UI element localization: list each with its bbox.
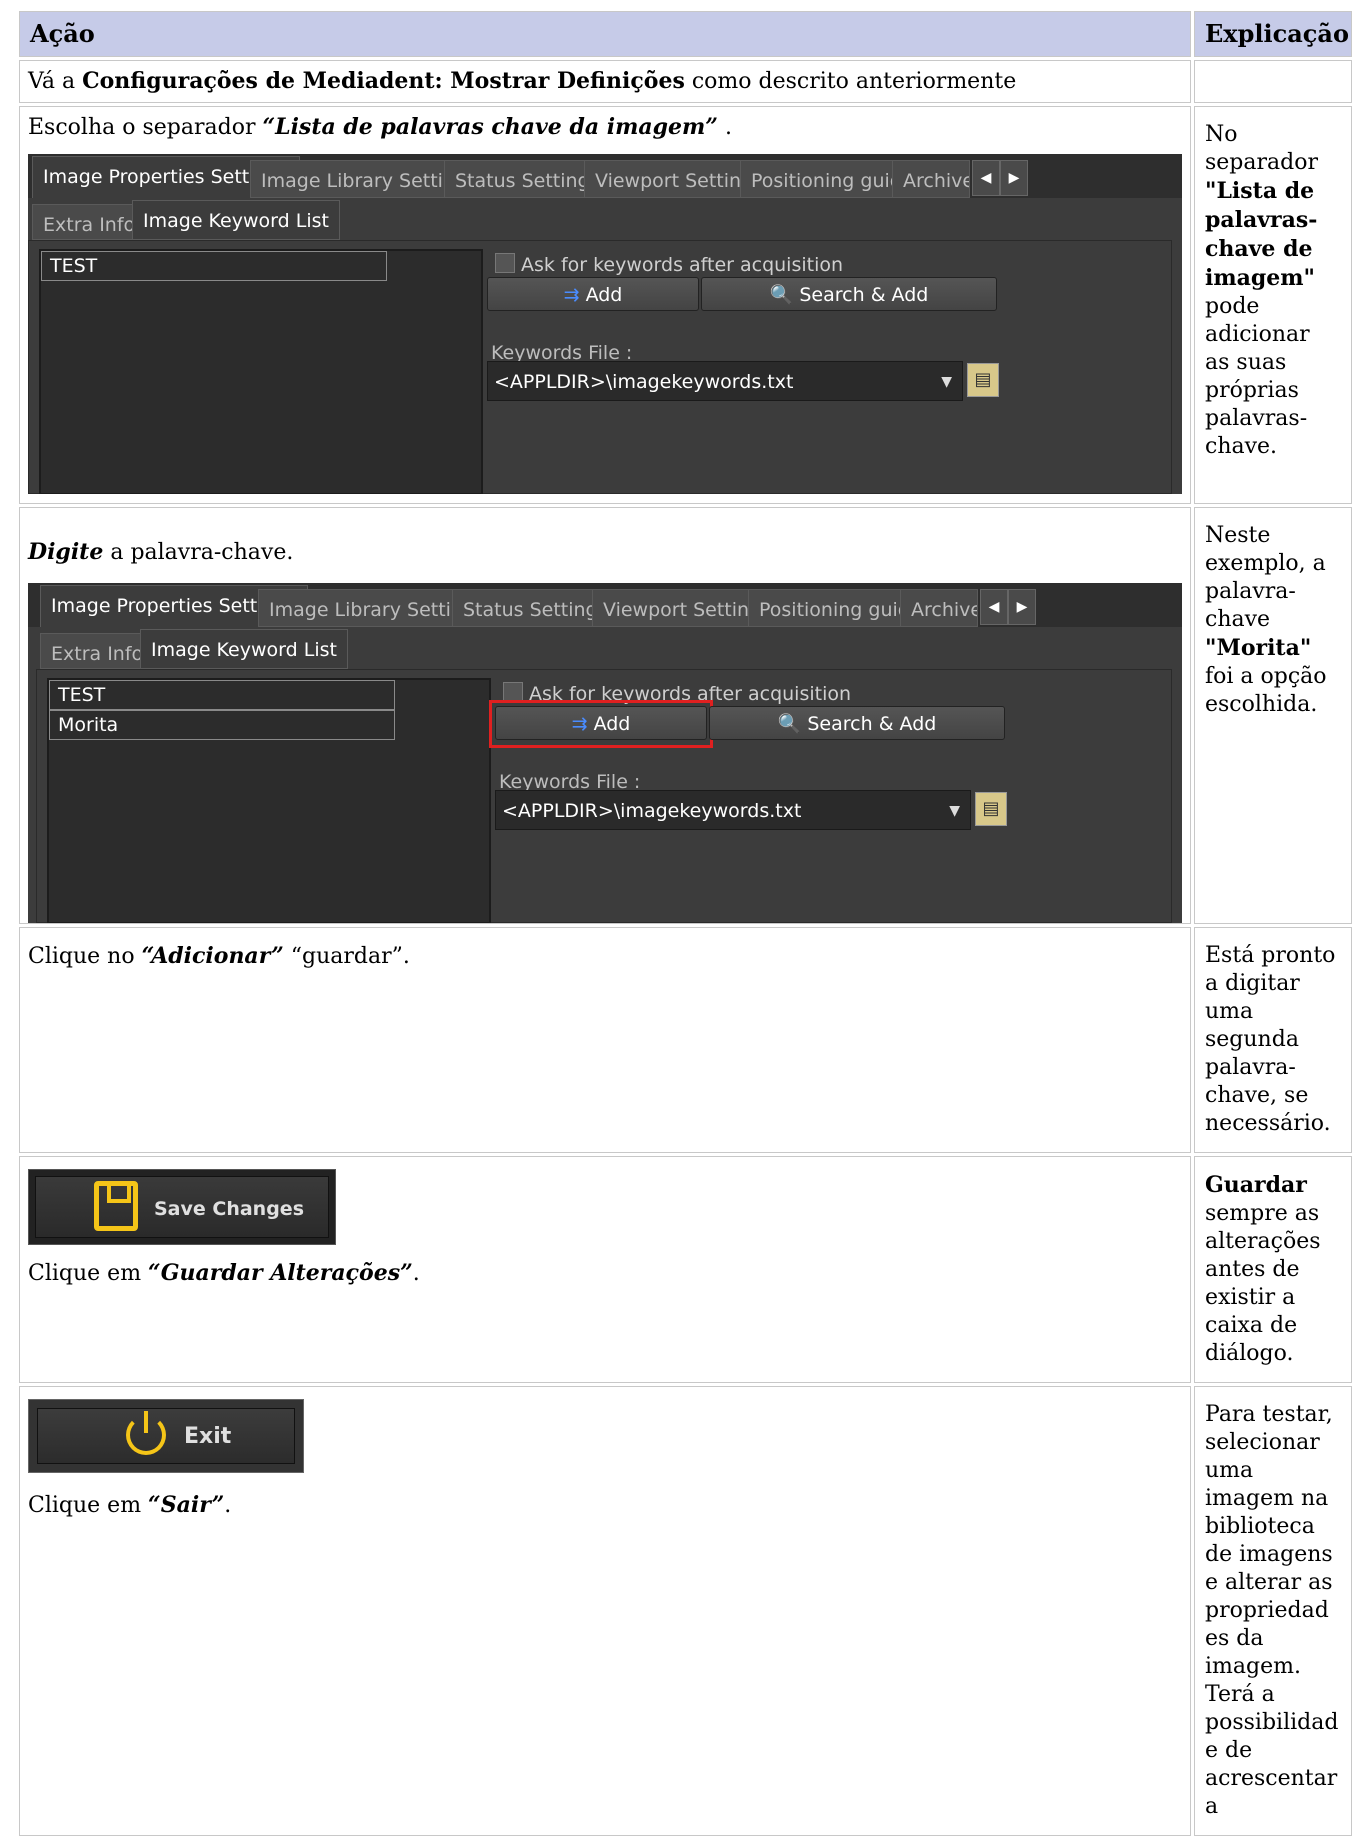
- exit-label: Exit: [184, 1424, 232, 1449]
- action-bold: Configurações de Mediadent: Mostrar Defi…: [82, 68, 685, 94]
- instruction-table: Ação Explicação Vá a Configurações de Me…: [16, 8, 1355, 1839]
- settings-panel: Image Properties Settings Image Library …: [28, 583, 1182, 923]
- list-item[interactable]: Morita: [49, 710, 395, 740]
- list-item[interactable]: TEST: [41, 251, 387, 281]
- header-acao: Ação: [19, 11, 1191, 57]
- expl-text-end: pode adicionar as suas próprias palavras…: [1205, 294, 1310, 459]
- action-text-end: como descrito anteriormente: [684, 69, 1017, 94]
- highlight-box: [489, 700, 713, 748]
- search-icon: 🔍: [777, 713, 802, 735]
- tab-scroll-left-icon[interactable]: ◀: [980, 589, 1008, 625]
- floppy-disk-icon: [94, 1181, 138, 1231]
- search-add-button[interactable]: 🔍 Search & Add: [709, 706, 1005, 740]
- expl-text: Neste exemplo, a palavra-chave: [1205, 523, 1326, 632]
- add-button-label: Add: [585, 284, 623, 306]
- expl-bold: "Morita": [1205, 635, 1312, 661]
- keyword-list[interactable]: TEST: [39, 249, 483, 494]
- ask-keywords-label: Ask for keywords after acquisition: [521, 254, 844, 276]
- tab-scroll-right-icon[interactable]: ▶: [1008, 589, 1036, 625]
- keyword-panel-body: TEST Morita Ask for keywords after acqui…: [36, 669, 1172, 923]
- explanation-cell: Está pronto a digitar uma segunda palavr…: [1194, 927, 1352, 1153]
- table-row: Escolha o separador “Lista de palavras c…: [19, 106, 1352, 504]
- keyword-list[interactable]: TEST Morita: [47, 678, 491, 923]
- explanation-cell: Para testar, selecionar uma imagem na bi…: [1194, 1386, 1352, 1836]
- tab-archive[interactable]: Archive: [900, 589, 978, 627]
- settings-panel: Image Properties Settings Image Library …: [28, 154, 1182, 494]
- chevron-down-icon: ▼: [941, 374, 952, 390]
- subtab-image-keyword-list[interactable]: Image Keyword List: [132, 200, 340, 240]
- explanation-cell: Neste exemplo, a palavra-chave "Morita" …: [1194, 507, 1352, 924]
- table-row: Save Changes Clique em “Guardar Alteraçõ…: [19, 1156, 1352, 1383]
- action-text: a palavra-chave.: [103, 540, 294, 565]
- tab-scroll-right-icon[interactable]: ▶: [1000, 160, 1028, 196]
- search-icon: 🔍: [769, 284, 794, 306]
- save-changes-label: Save Changes: [154, 1198, 305, 1220]
- table-row: Exit Clique em “Sair”. Para testar, sele…: [19, 1386, 1352, 1836]
- table-row: Digite a palavra-chave. Image Properties…: [19, 507, 1352, 924]
- explanation-cell: [1194, 60, 1352, 103]
- action-emphasis: Digite: [28, 539, 104, 565]
- keywords-file-select[interactable]: <APPLDIR>\imagekeywords.txt ▼: [487, 361, 963, 401]
- action-cell: Save Changes Clique em “Guardar Alteraçõ…: [19, 1156, 1191, 1383]
- subtab-image-keyword-list[interactable]: Image Keyword List: [140, 629, 348, 669]
- expl-text-end: foi a opção escolhida.: [1205, 664, 1327, 717]
- action-cell: Exit Clique em “Sair”.: [19, 1386, 1191, 1836]
- keywords-file-select[interactable]: <APPLDIR>\imagekeywords.txt ▼: [495, 790, 971, 830]
- action-text: Clique em: [28, 1493, 149, 1518]
- subtab-extra-info[interactable]: Extra Info: [32, 204, 147, 240]
- table-row: Vá a Configurações de Mediadent: Mostrar…: [19, 60, 1352, 103]
- expl-bold: Guardar: [1205, 1172, 1307, 1198]
- expl-text: sempre as alterações antes de existir a …: [1205, 1201, 1321, 1366]
- tab-bar: Image Properties Settings Image Library …: [28, 583, 1182, 627]
- action-text: Clique no: [28, 944, 142, 969]
- list-item[interactable]: TEST: [49, 680, 395, 710]
- action-emphasis: “Lista de palavras chave da imagem”: [262, 114, 718, 140]
- action-text-end: “guardar”.: [283, 944, 410, 969]
- save-changes-inner: Save Changes: [35, 1176, 329, 1238]
- action-text-end: .: [717, 115, 732, 140]
- search-add-label: Search & Add: [799, 284, 929, 306]
- keywords-file-value: <APPLDIR>\imagekeywords.txt: [502, 800, 802, 822]
- explanation-cell: No separador "Lista de palavras-chave de…: [1194, 106, 1352, 504]
- expl-text: No separador: [1205, 122, 1318, 175]
- explanation-cell: Guardar sempre as alterações antes de ex…: [1194, 1156, 1352, 1383]
- table-header-row: Ação Explicação: [19, 11, 1352, 57]
- power-icon: [126, 1411, 166, 1455]
- browse-file-icon[interactable]: ▤: [967, 363, 999, 397]
- keyword-panel-body: TEST Ask for keywords after acquisition …: [28, 240, 1172, 494]
- expl-bold: "Lista de palavras-chave de imagem": [1205, 178, 1318, 291]
- action-emphasis: “Adicionar”: [141, 943, 284, 969]
- add-button[interactable]: ⇉ Add: [487, 277, 699, 311]
- ask-keywords-checkbox[interactable]: [495, 253, 515, 273]
- save-changes-button[interactable]: Save Changes: [28, 1169, 336, 1245]
- search-add-label: Search & Add: [807, 713, 937, 735]
- action-emphasis: “Sair”: [148, 1492, 225, 1518]
- action-text: Clique em: [28, 1261, 149, 1286]
- ask-keywords-checkbox[interactable]: [503, 682, 523, 702]
- action-cell: Clique no “Adicionar” “guardar”.: [19, 927, 1191, 1153]
- action-cell: Escolha o separador “Lista de palavras c…: [19, 106, 1191, 504]
- tab-scroll-left-icon[interactable]: ◀: [972, 160, 1000, 196]
- action-cell: Digite a palavra-chave. Image Properties…: [19, 507, 1191, 924]
- action-emphasis: “Guardar Alterações”: [148, 1260, 413, 1286]
- action-cell: Vá a Configurações de Mediadent: Mostrar…: [19, 60, 1191, 103]
- action-text-end: .: [412, 1261, 420, 1286]
- action-text-end: .: [224, 1493, 232, 1518]
- action-text: Vá a: [28, 69, 83, 94]
- search-add-button[interactable]: 🔍 Search & Add: [701, 277, 997, 311]
- action-line: Clique em “Sair”.: [28, 1491, 1182, 1520]
- action-text: Escolha o separador: [28, 115, 263, 140]
- header-explicacao: Explicação: [1194, 11, 1352, 57]
- exit-button[interactable]: Exit: [28, 1399, 304, 1473]
- chevron-down-icon: ▼: [949, 803, 960, 819]
- tab-archive[interactable]: Archive: [892, 160, 970, 198]
- add-icon: ⇉: [563, 284, 580, 306]
- keywords-file-value: <APPLDIR>\imagekeywords.txt: [494, 371, 794, 393]
- tab-bar: Image Properties Settings Image Library …: [28, 154, 1182, 198]
- exit-inner: Exit: [37, 1408, 295, 1464]
- table-row: Clique no “Adicionar” “guardar”. Está pr…: [19, 927, 1352, 1153]
- subtab-extra-info[interactable]: Extra Info: [40, 633, 155, 669]
- browse-file-icon[interactable]: ▤: [975, 792, 1007, 826]
- action-line: Clique em “Guardar Alterações”.: [28, 1259, 1182, 1288]
